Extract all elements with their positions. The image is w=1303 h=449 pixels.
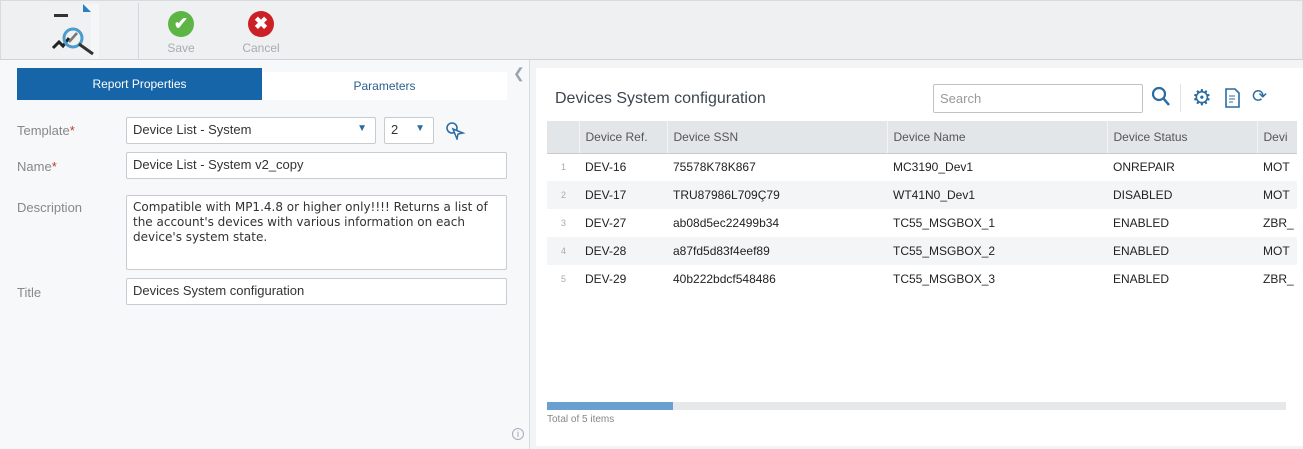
- chevron-down-icon: ▼: [357, 123, 367, 134]
- toolbar-divider: [138, 3, 139, 59]
- row-number-header: [547, 121, 579, 154]
- gear-icon[interactable]: ⚙: [1192, 85, 1212, 111]
- table-cell: ENABLED: [1113, 272, 1170, 286]
- check-icon: ✔: [168, 11, 194, 37]
- table-cell: DEV-17: [579, 181, 667, 209]
- table-cell: MOT: [1257, 237, 1297, 265]
- table-cell: ZBR_: [1263, 272, 1294, 286]
- table-row[interactable]: 5 DEV-29 40b222bdcf548486 TC55_MSGBOX_3 ENAB…: [547, 265, 1297, 293]
- table-cell: DEV-29: [585, 272, 627, 286]
- report-search-logo-icon: [47, 4, 99, 59]
- table-cell: TC55_MSGBOX_2: [887, 237, 1107, 265]
- description-label: Description: [17, 200, 83, 215]
- chevron-down-icon: ▼: [415, 123, 425, 134]
- name-label: Name*: [17, 159, 57, 174]
- scrollbar-thumb[interactable]: [547, 402, 673, 410]
- table-cell: MOT: [1257, 181, 1297, 209]
- version-value: 2: [391, 122, 399, 137]
- version-select[interactable]: 2 ▼: [384, 117, 434, 144]
- template-value: Device List - System: [133, 122, 252, 137]
- column-header[interactable]: Device Ref.: [578, 121, 667, 154]
- report-title: Devices System configuration: [555, 90, 766, 107]
- title-input[interactable]: Devices System configuration: [126, 278, 507, 305]
- tab-parameters[interactable]: Parameters: [262, 72, 507, 100]
- row-number: 2: [547, 181, 579, 209]
- table-cell: DEV-16: [585, 160, 627, 175]
- info-icon[interactable]: i: [512, 428, 524, 440]
- horizontal-scrollbar[interactable]: [547, 402, 1286, 410]
- search-icon[interactable]: [1151, 86, 1171, 113]
- table-row[interactable]: 4 DEV-28 a87fd5d83f4eef89 TC55_MSGBOX_2 ENAB…: [547, 237, 1297, 265]
- table-cell: ZBR_: [1263, 216, 1294, 230]
- pointer-select-icon[interactable]: [444, 120, 466, 143]
- export-document-icon[interactable]: [1224, 88, 1242, 111]
- table-row[interactable]: 3 DEV-27 ab08d5ec22499b34 TC55_MSGBOX_1 ENAB…: [547, 209, 1297, 237]
- table-cell: ab08d5ec22499b34: [673, 216, 780, 230]
- save-button[interactable]: ✔ Save: [161, 11, 201, 55]
- table-cell: a87fd5d83f4eef89: [667, 237, 887, 265]
- tab-report-properties[interactable]: Report Properties: [17, 68, 262, 100]
- table-header-row: Device Ref. Device SSN Device Name Devic…: [547, 121, 1297, 154]
- devices-table: Device Ref. Device SSN Device Name Devic…: [547, 121, 1297, 293]
- table-cell: MOT: [1263, 160, 1290, 175]
- table-row[interactable]: 1 DEV-16 75578K78K867 MC3190_Dev1 ONREPAIR MO…: [547, 153, 1297, 181]
- row-number: 4: [547, 237, 579, 265]
- table-cell: ONREPAIR: [1113, 160, 1175, 175]
- toolbar-divider: [1180, 84, 1181, 112]
- table-cell: DISABLED: [1107, 181, 1257, 209]
- toolbar: ✔ Save ✖ Cancel: [0, 0, 1303, 60]
- title-label: Title: [17, 285, 42, 300]
- table-cell: 75578K78K867: [673, 160, 756, 175]
- column-header[interactable]: Device SSN: [666, 121, 887, 154]
- properties-panel: Report Properties Parameters ❮ Template*…: [0, 60, 530, 449]
- table-cell: WT41N0_Dev1: [887, 181, 1107, 209]
- column-header[interactable]: Devi: [1256, 121, 1297, 154]
- table-row[interactable]: 2 DEV-17 TRU87986L709Ç79 WT41N0_Dev1 DISABLE…: [547, 181, 1297, 209]
- close-icon: ✖: [248, 11, 274, 37]
- table-cell: TC55_MSGBOX_3: [893, 272, 996, 286]
- search-input[interactable]: Search: [933, 84, 1143, 113]
- cancel-label: Cancel: [242, 41, 280, 55]
- tab-bar: Report Properties Parameters: [17, 68, 507, 100]
- save-label: Save: [167, 41, 195, 55]
- table-cell: ENABLED: [1113, 216, 1170, 230]
- table-cell: TC55_MSGBOX_1: [893, 216, 996, 230]
- table-cell: DEV-27: [585, 216, 627, 230]
- collapse-chevron-left-icon[interactable]: ❮: [513, 65, 525, 82]
- row-number: 5: [561, 274, 567, 284]
- template-select[interactable]: Device List - System ▼: [126, 117, 376, 144]
- total-items: Total of 5 items: [547, 414, 615, 425]
- report-card: Devices System configuration Search ⚙ ⟳ …: [536, 68, 1303, 446]
- table-cell: MC3190_Dev1: [893, 160, 974, 175]
- table-cell: TRU87986L709Ç79: [667, 181, 887, 209]
- refresh-icon[interactable]: ⟳: [1252, 86, 1267, 107]
- column-header[interactable]: Device Status: [1106, 121, 1257, 154]
- cancel-button[interactable]: ✖ Cancel: [237, 11, 285, 55]
- report-preview-panel: Devices System configuration Search ⚙ ⟳ …: [532, 60, 1303, 449]
- name-input[interactable]: Device List - System v2_copy: [126, 152, 507, 179]
- template-label: Template*: [17, 123, 75, 138]
- table-cell: 40b222bdcf548486: [673, 272, 776, 286]
- row-number: 3: [561, 218, 567, 228]
- table-cell: ENABLED: [1107, 237, 1257, 265]
- description-textarea[interactable]: Compatible with MP1.4.8 or higher only!!…: [126, 195, 507, 270]
- column-header[interactable]: Device Name: [886, 121, 1107, 154]
- row-number: 1: [561, 162, 567, 173]
- table-cell: DEV-28: [579, 237, 667, 265]
